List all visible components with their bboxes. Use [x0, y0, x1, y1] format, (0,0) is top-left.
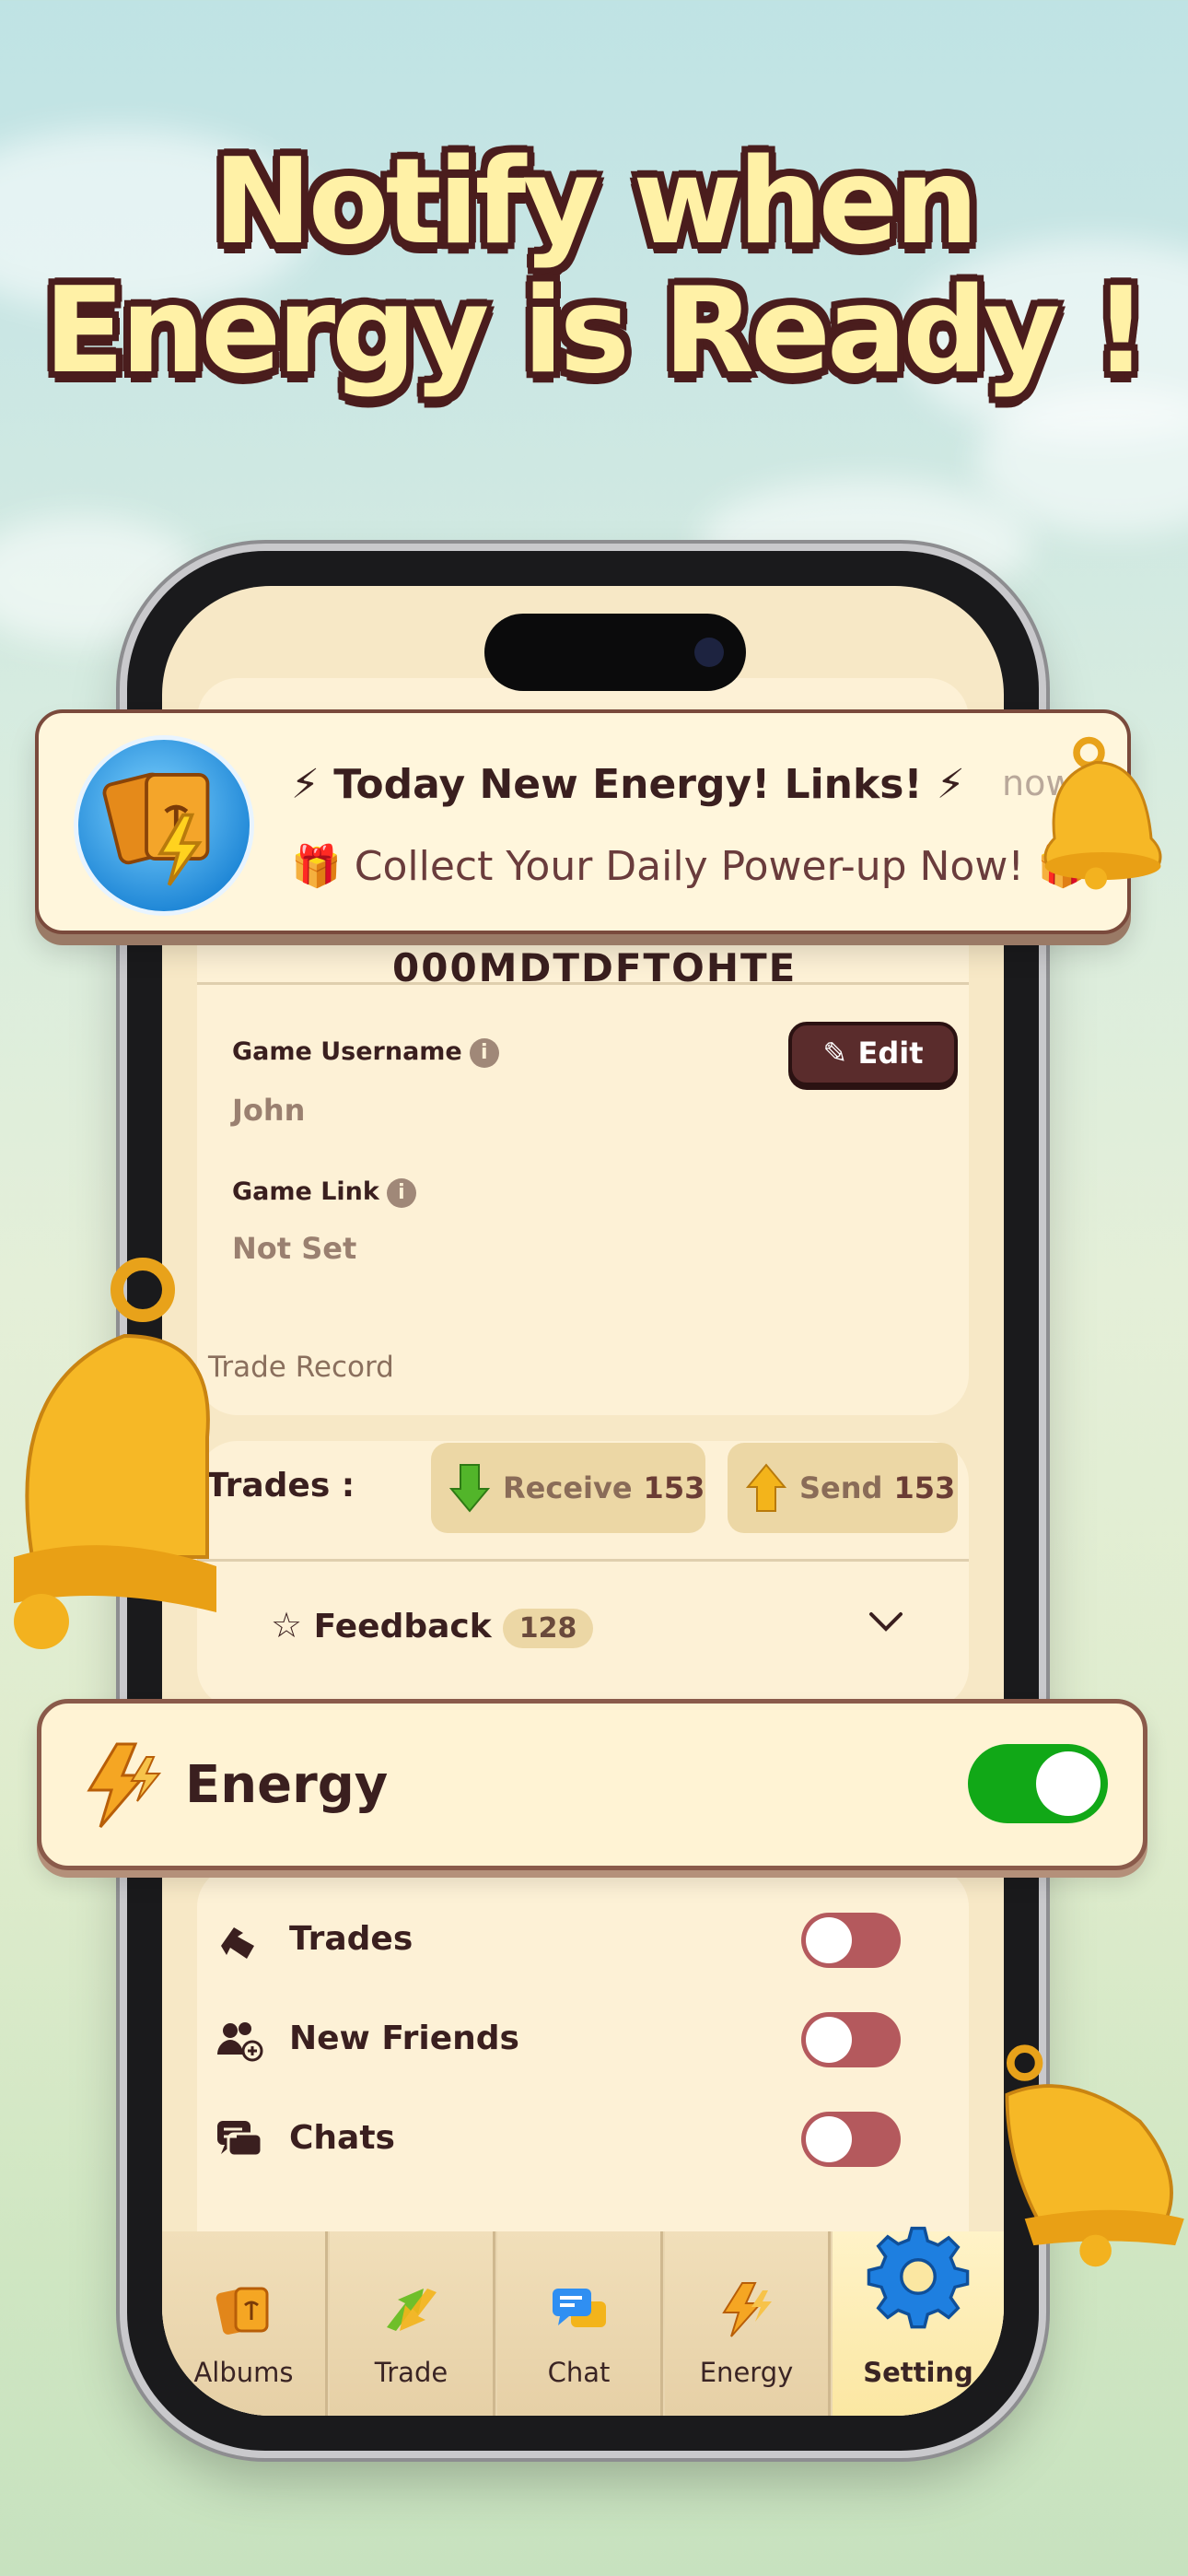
feedback-label: Feedback: [313, 1608, 492, 1645]
tab-bar: Albums Trade Chat Energy Setting: [162, 2226, 1004, 2416]
trades-setting-label: Trades: [289, 1920, 413, 1958]
feedback-count: 128: [502, 1608, 594, 1648]
energy-notification-banner[interactable]: ⚡ Today New Energy! Links! ⚡ 🎁 Collect Y…: [35, 709, 1131, 934]
energy-setting-card: Energy: [37, 1699, 1147, 1870]
headline-line-1: Notify when: [213, 134, 978, 271]
feedback-row[interactable]: ☆ Feedback 128: [271, 1605, 594, 1648]
albums-icon: [215, 2287, 268, 2335]
tab-energy-label: Energy: [699, 2357, 794, 2388]
trades-label: Trades :: [206, 1467, 355, 1505]
profile-divider: [197, 982, 969, 985]
energy-toggle[interactable]: [968, 1744, 1108, 1823]
headline: Notify when Energy is Ready !: [0, 138, 1188, 396]
tab-setting[interactable]: Setting: [833, 2226, 1004, 2416]
username-label: Game Username: [232, 1037, 462, 1066]
trade-divider: [197, 1559, 969, 1562]
chevron-down-icon[interactable]: [868, 1610, 904, 1634]
edit-button[interactable]: ✎ Edit: [788, 1022, 958, 1086]
bell-icon: [1043, 736, 1162, 890]
notification-body: 🎁 Collect Your Daily Power-up Now! 🎁: [291, 843, 1088, 890]
send-button[interactable]: Send 153: [728, 1443, 958, 1533]
bell-icon: [14, 1258, 216, 1649]
tab-chat[interactable]: Chat: [497, 2231, 663, 2416]
receive-label: Receive: [503, 1470, 633, 1505]
username-label-row: Game Username i: [232, 1037, 499, 1068]
tab-chat-label: Chat: [547, 2357, 611, 2388]
chat-icon: [552, 2289, 606, 2327]
new-friends-toggle[interactable]: [801, 2012, 901, 2067]
trade-icon: [386, 2289, 437, 2331]
trades-toggle[interactable]: [801, 1913, 901, 1968]
camera-icon: [694, 638, 724, 667]
cards-lightning-icon: [102, 772, 210, 886]
tab-setting-label: Setting: [863, 2357, 973, 2388]
app-icon: [74, 735, 254, 916]
tab-trade-label: Trade: [374, 2357, 448, 2388]
bell-icon: [1005, 2044, 1184, 2267]
game-link-label-row: Game Link i: [232, 1177, 416, 1208]
trade-arrow-icon: [221, 1927, 254, 1959]
headline-line-2: Energy is Ready !: [43, 263, 1148, 400]
new-friends-setting-label: New Friends: [289, 2020, 519, 2057]
send-label: Send: [799, 1470, 883, 1505]
arrow-up-icon: [746, 1463, 786, 1512]
chats-toggle[interactable]: [801, 2112, 901, 2167]
receive-button[interactable]: Receive 153: [431, 1443, 705, 1533]
energy-icon: [87, 1742, 162, 1828]
info-icon[interactable]: i: [386, 1177, 416, 1208]
send-count: 153: [893, 1470, 956, 1505]
energy-icon: [721, 2282, 772, 2337]
star-icon: ☆: [271, 1605, 303, 1645]
username-value: John: [232, 1093, 306, 1128]
notification-title: ⚡ Today New Energy! Links! ⚡: [291, 761, 965, 808]
pencil-icon: ✎: [822, 1036, 858, 1071]
receive-count: 153: [643, 1470, 705, 1505]
tab-energy[interactable]: Energy: [665, 2231, 831, 2416]
chat-bubbles-icon: [217, 2121, 263, 2158]
edit-button-label: Edit: [857, 1036, 924, 1071]
gear-icon: [867, 2226, 970, 2329]
trade-record-label: Trade Record: [208, 1351, 394, 1384]
game-link-value: Not Set: [232, 1231, 357, 1266]
dynamic-island: [484, 614, 746, 691]
tab-trade[interactable]: Trade: [330, 2231, 495, 2416]
chats-setting-label: Chats: [289, 2119, 395, 2157]
info-icon[interactable]: i: [469, 1037, 499, 1068]
game-link-label: Game Link: [232, 1177, 379, 1206]
arrow-down-icon: [449, 1464, 490, 1513]
energy-setting-label: Energy: [185, 1755, 389, 1815]
friends-icon: [217, 2022, 263, 2062]
tab-albums[interactable]: Albums: [162, 2231, 328, 2416]
tab-albums-label: Albums: [193, 2357, 294, 2388]
